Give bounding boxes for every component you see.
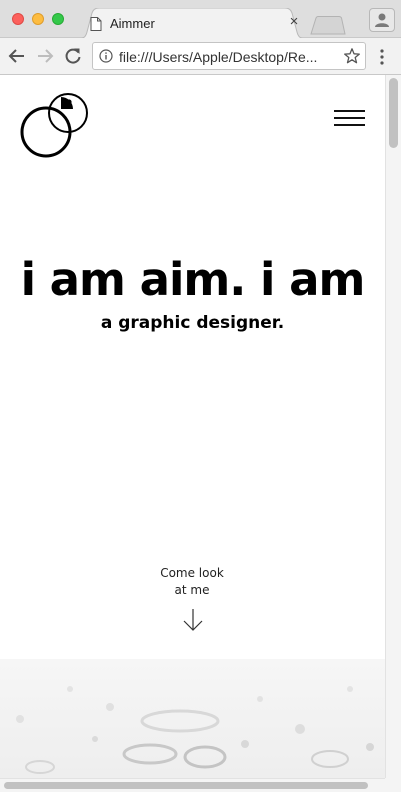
window-close-button[interactable]: [12, 13, 24, 25]
document-icon: [90, 17, 102, 31]
background-photo: [0, 659, 385, 778]
info-icon[interactable]: [99, 49, 113, 63]
star-icon[interactable]: [343, 47, 361, 65]
vertical-scrollbar[interactable]: [385, 75, 401, 778]
browser-tab[interactable]: Aimmer ×: [78, 8, 306, 39]
browser-toolbar: file:///Users/Apple/Desktop/Re...: [0, 38, 401, 75]
browser-title-bar: Aimmer ×: [0, 0, 401, 39]
vertical-scroll-thumb[interactable]: [389, 78, 398, 148]
hero-headline: i am aim. i am: [20, 253, 366, 306]
url-text[interactable]: file:///Users/Apple/Desktop/Re...: [119, 49, 341, 65]
new-tab-button[interactable]: [310, 16, 346, 36]
cta-line-2: at me: [174, 583, 210, 597]
kebab-menu-icon[interactable]: [376, 48, 388, 66]
forward-arrow-icon[interactable]: [35, 46, 55, 66]
cta-line-1: Come look: [160, 566, 224, 580]
back-arrow-icon[interactable]: [7, 46, 27, 66]
window-minimize-button[interactable]: [32, 13, 44, 25]
tab-title: Aimmer: [110, 16, 155, 31]
circles-logo-icon[interactable]: [20, 92, 94, 158]
close-icon[interactable]: ×: [286, 14, 302, 30]
person-icon: [375, 13, 389, 27]
hero-subheadline: a graphic designer.: [100, 313, 285, 333]
arrow-down-icon[interactable]: [182, 608, 204, 632]
horizontal-scrollbar[interactable]: [0, 778, 385, 792]
hamburger-menu-icon[interactable]: [334, 110, 366, 130]
window-maximize-button[interactable]: [52, 13, 64, 25]
page-viewport: i am aim. i am a graphic designer. Come …: [0, 75, 385, 778]
horizontal-scroll-thumb[interactable]: [4, 782, 368, 789]
reload-icon[interactable]: [63, 46, 83, 66]
profile-button[interactable]: [369, 8, 395, 32]
scrollbar-corner: [385, 778, 401, 792]
scroll-cta[interactable]: Come look at me: [142, 565, 242, 599]
water-droplets-image: [16, 686, 374, 774]
address-bar[interactable]: file:///Users/Apple/Desktop/Re...: [92, 42, 366, 70]
